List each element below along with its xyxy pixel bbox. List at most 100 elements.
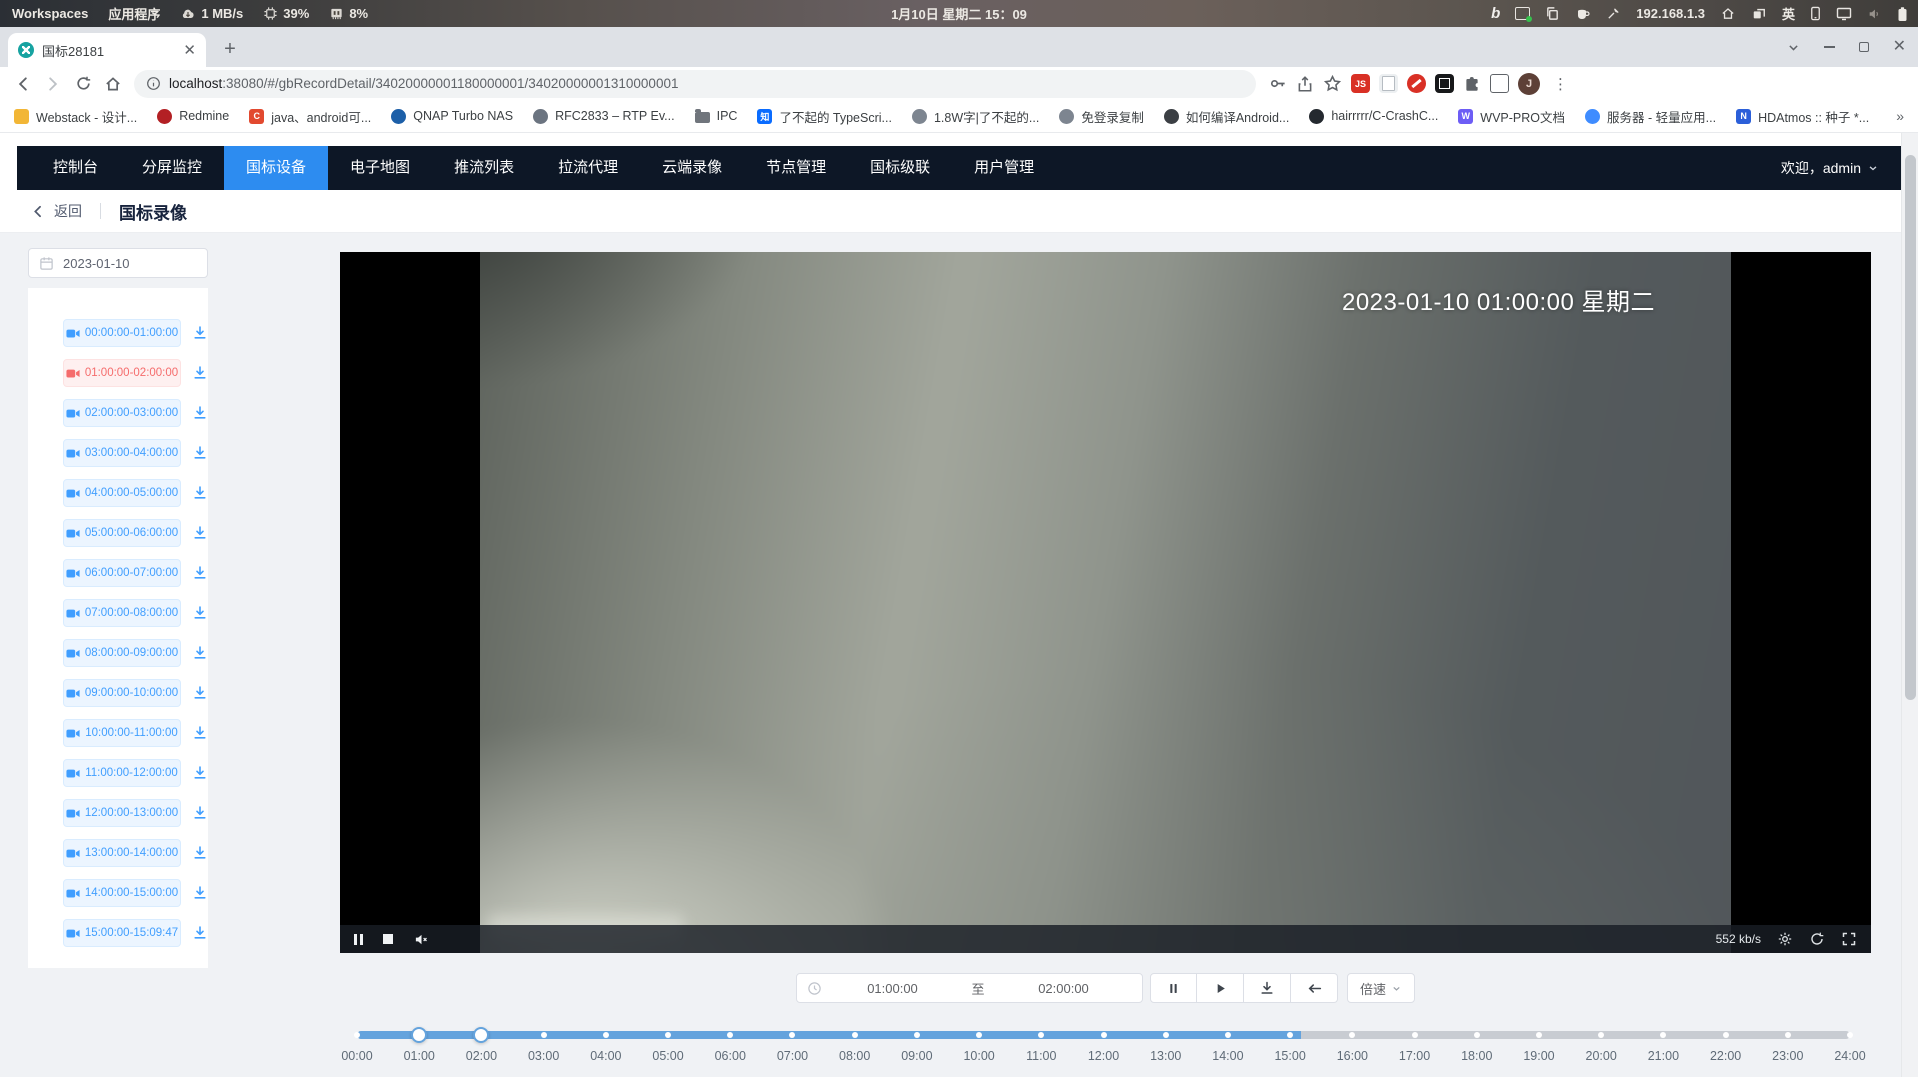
forward-icon[interactable] xyxy=(38,70,68,98)
record-chip[interactable]: 05:00:00-06:00:00 xyxy=(63,519,181,547)
timeline-handle-start[interactable] xyxy=(411,1027,427,1043)
bookmark-item[interactable]: 免登录复制 xyxy=(1059,107,1144,126)
password-key-icon[interactable] xyxy=(1268,74,1287,93)
bookmark-item[interactable]: Cjava、android可... xyxy=(249,107,371,126)
bookmark-item[interactable]: 服务器 - 轻量应用... xyxy=(1585,107,1716,126)
record-chip[interactable]: 08:00:00-09:00:00 xyxy=(63,639,181,667)
window-menu-chevron-icon[interactable] xyxy=(1787,41,1800,54)
system-clock[interactable]: 1月10日 星期二 15：09 xyxy=(891,4,1027,23)
record-chip[interactable]: 14:00:00-15:00:00 xyxy=(63,879,181,907)
color-picker-icon[interactable] xyxy=(1606,6,1621,21)
record-download-button[interactable] xyxy=(192,565,208,581)
nav-tab-4[interactable]: 电子地图 xyxy=(328,146,432,190)
nav-tab-5[interactable]: 推流列表 xyxy=(432,146,536,190)
record-download-button[interactable] xyxy=(192,645,208,661)
bookmark-item[interactable]: 如何编译Android... xyxy=(1164,107,1290,126)
nav-tab-7[interactable]: 云端录像 xyxy=(640,146,744,190)
home-icon[interactable] xyxy=(1720,6,1736,21)
speed-dropdown[interactable]: 倍速 xyxy=(1347,973,1415,1003)
bookmark-item[interactable]: IPC xyxy=(695,109,738,123)
record-download-button[interactable] xyxy=(192,685,208,701)
bookmark-item[interactable]: Redmine xyxy=(157,109,229,124)
record-chip[interactable]: 11:00:00-12:00:00 xyxy=(63,759,181,787)
bookmark-item[interactable]: 1.8W字|了不起的... xyxy=(912,107,1039,126)
record-download-button[interactable] xyxy=(192,365,208,381)
nav-tab-8[interactable]: 节点管理 xyxy=(744,146,848,190)
bookmark-star-icon[interactable] xyxy=(1323,74,1342,93)
browser-home-icon[interactable] xyxy=(98,70,128,98)
record-chip[interactable]: 01:00:00-02:00:00 xyxy=(63,359,181,387)
record-download-button[interactable] xyxy=(192,325,208,341)
user-menu[interactable]: 欢迎，admin xyxy=(1781,158,1901,178)
record-chip[interactable]: 15:00:00-15:09:47 xyxy=(63,919,181,947)
extension-js-icon[interactable]: JS xyxy=(1351,74,1370,93)
tab-close-icon[interactable]: ✕ xyxy=(183,43,196,58)
input-method-indicator[interactable]: 英 xyxy=(1782,4,1795,23)
player-refresh-icon[interactable] xyxy=(1809,931,1825,947)
record-download-button[interactable] xyxy=(192,405,208,421)
record-download-button[interactable] xyxy=(192,445,208,461)
pause-button[interactable] xyxy=(1150,973,1197,1003)
extension-square-icon[interactable] xyxy=(1435,74,1454,93)
date-picker-input[interactable]: 2023-01-10 xyxy=(28,248,208,278)
record-download-button[interactable] xyxy=(192,885,208,901)
record-chip[interactable]: 02:00:00-03:00:00 xyxy=(63,399,181,427)
play-button[interactable] xyxy=(1197,973,1244,1003)
record-download-button[interactable] xyxy=(192,605,208,621)
timeline-handle-end[interactable] xyxy=(473,1027,489,1043)
screenshot-icon[interactable] xyxy=(1515,7,1530,20)
player-stop-button[interactable] xyxy=(383,934,393,944)
scrollbar-thumb[interactable] xyxy=(1905,155,1916,700)
browser-menu-icon[interactable]: ⋮ xyxy=(1549,75,1572,93)
window-switcher-icon[interactable] xyxy=(1751,7,1767,21)
record-chip[interactable]: 12:00:00-13:00:00 xyxy=(63,799,181,827)
bookmark-item[interactable]: hairrrrr/C-CrashC... xyxy=(1309,109,1438,124)
extensions-puzzle-icon[interactable] xyxy=(1463,75,1481,93)
time-range-box[interactable]: 01:00:00 至 02:00:00 xyxy=(796,973,1143,1003)
bookmarks-overflow-icon[interactable]: » xyxy=(1896,108,1904,124)
site-info-icon[interactable] xyxy=(146,76,161,91)
browser-tab[interactable]: 国标28181 ✕ xyxy=(8,33,206,67)
volume-icon[interactable] xyxy=(1867,7,1882,21)
video-player[interactable]: 2023-01-10 01:00:00 星期二 552 kb/s xyxy=(340,252,1871,953)
timeline-slider[interactable]: 00:0001:0002:0003:0004:0005:0006:0007:00… xyxy=(357,1027,1850,1077)
player-fullscreen-icon[interactable] xyxy=(1841,931,1857,947)
page-scrollbar[interactable] xyxy=(1901,133,1918,1077)
profile-avatar[interactable]: J xyxy=(1518,73,1540,95)
record-chip[interactable]: 07:00:00-08:00:00 xyxy=(63,599,181,627)
extension-doc-icon[interactable] xyxy=(1379,74,1398,93)
applications-button[interactable]: 应用程序 xyxy=(108,4,160,23)
display-icon[interactable] xyxy=(1836,7,1852,21)
bookmark-item[interactable]: WWVP-PRO文档 xyxy=(1458,107,1565,126)
record-download-button[interactable] xyxy=(192,925,208,941)
player-mute-icon[interactable] xyxy=(413,932,430,947)
record-download-button[interactable] xyxy=(192,725,208,741)
nav-tab-1[interactable]: 控制台 xyxy=(31,146,120,190)
bookmark-item[interactable]: QNAP Turbo NAS xyxy=(391,109,513,124)
copy-icon[interactable] xyxy=(1545,6,1560,21)
nav-tab-3[interactable]: 国标设备 xyxy=(224,146,328,190)
record-chip[interactable]: 10:00:00-11:00:00 xyxy=(63,719,181,747)
nav-tab-10[interactable]: 用户管理 xyxy=(952,146,1056,190)
record-chip[interactable]: 09:00:00-10:00:00 xyxy=(63,679,181,707)
record-download-button[interactable] xyxy=(192,805,208,821)
record-chip[interactable]: 00:00:00-01:00:00 xyxy=(63,319,181,347)
minimize-icon[interactable] xyxy=(1824,46,1835,48)
extension-blocker-icon[interactable] xyxy=(1407,74,1426,93)
coffee-icon[interactable] xyxy=(1575,7,1591,21)
bookmark-item[interactable]: RFC2833 – RTP Ev... xyxy=(533,109,675,124)
player-settings-icon[interactable] xyxy=(1777,931,1793,947)
nav-tab-6[interactable]: 拉流代理 xyxy=(536,146,640,190)
end-time-input[interactable]: 02:00:00 xyxy=(995,981,1132,996)
workspaces-button[interactable]: Workspaces xyxy=(12,6,88,21)
seek-back-button[interactable] xyxy=(1291,973,1338,1003)
download-button[interactable] xyxy=(1244,973,1291,1003)
phone-icon[interactable] xyxy=(1810,6,1821,21)
record-chip[interactable]: 03:00:00-04:00:00 xyxy=(63,439,181,467)
record-download-button[interactable] xyxy=(192,485,208,501)
back-icon[interactable] xyxy=(8,70,38,98)
bookmark-item[interactable]: Webstack - 设计... xyxy=(14,107,137,126)
record-download-button[interactable] xyxy=(192,845,208,861)
address-bar[interactable]: localhost:38080/#/gbRecordDetail/3402000… xyxy=(134,70,1256,98)
share-icon[interactable] xyxy=(1296,75,1314,93)
